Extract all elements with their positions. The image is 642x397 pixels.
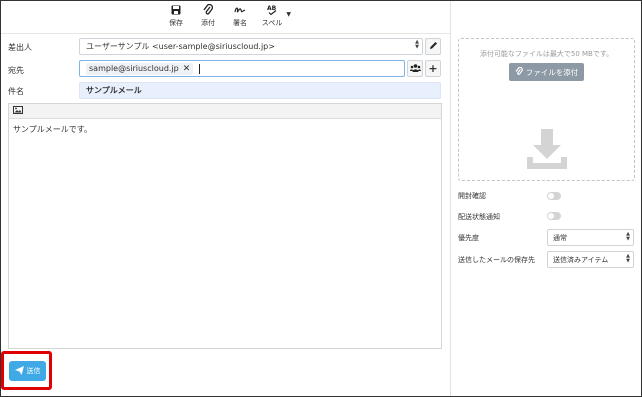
paperclip-icon (203, 3, 213, 17)
attach-file-label: ファイルを添付 (525, 67, 579, 77)
signature-icon (234, 3, 246, 17)
compose-toolbar: 保存 添付 署名 AB スペル ▼ (160, 3, 291, 31)
panel-divider (450, 1, 451, 396)
from-select[interactable]: ユーザーサンプル <user-sample@siriuscloud.jp> ▲ ▼ (79, 38, 423, 55)
priority-label: 優先度 (458, 234, 479, 242)
delivery-status-label: 配送状態通知 (458, 213, 500, 221)
save-sent-label: 送信したメールの保存先 (458, 256, 535, 264)
read-receipt-label: 開封確認 (458, 192, 486, 200)
contacts-icon (409, 63, 421, 74)
address-book-button[interactable] (407, 60, 423, 77)
remove-recipient-icon[interactable]: ✕ (183, 64, 191, 74)
read-receipt-toggle[interactable] (547, 192, 561, 200)
from-label: 差出人 (8, 43, 32, 52)
from-value: ユーザーサンプル <user-sample@siriuscloud.jp> (86, 42, 275, 51)
spellcheck-icon: AB (266, 3, 278, 17)
save-label: 保存 (169, 19, 183, 27)
select-arrows-icon: ▲ ▼ (626, 253, 630, 264)
save-sent-select[interactable]: 送信済みアイテム ▲ ▼ (547, 251, 634, 268)
spell-label: スペル (261, 19, 283, 27)
send-button[interactable]: 送信 (9, 361, 46, 381)
edit-identity-button[interactable] (425, 38, 441, 55)
text-caret (199, 63, 201, 74)
to-input[interactable]: sample@siriuscloud.jp ✕ (79, 60, 405, 77)
dropdown-caret-icon[interactable]: ▼ (286, 11, 291, 18)
paper-plane-icon (14, 365, 24, 377)
send-label: 送信 (26, 367, 41, 375)
editor-toolbar (9, 104, 441, 119)
add-recipient-button[interactable]: + (425, 60, 441, 77)
signature-button[interactable]: 署名 (224, 3, 256, 31)
attach-file-button[interactable]: ファイルを添付 (509, 63, 584, 81)
delivery-status-toggle[interactable] (547, 212, 561, 220)
insert-image-icon[interactable] (13, 106, 23, 116)
select-arrows-icon: ▲ ▼ (415, 39, 419, 50)
subject-label: 件名 (8, 87, 24, 96)
paperclip-icon (515, 66, 523, 78)
save-button[interactable]: 保存 (160, 3, 192, 31)
attachment-limit-note: 添付可能なファイルは最大で50 MBです。 (479, 50, 614, 58)
floppy-icon (171, 3, 181, 17)
select-arrows-icon: ▲ ▼ (626, 231, 630, 242)
spellcheck-button[interactable]: AB スペル ▼ (256, 3, 291, 31)
attach-button[interactable]: 添付 (192, 3, 224, 31)
priority-value: 通常 (553, 233, 567, 242)
save-sent-value: 送信済みアイテム (553, 255, 609, 264)
signature-label: 署名 (233, 19, 247, 27)
recipient-address: sample@siriuscloud.jp (89, 64, 179, 73)
plus-icon: + (428, 62, 438, 75)
subject-value: サンプルメール (86, 86, 142, 95)
attach-label: 添付 (201, 19, 215, 27)
to-label: 宛先 (8, 66, 24, 75)
subject-input[interactable]: サンプルメール (79, 82, 441, 99)
download-icon (525, 127, 569, 173)
pencil-icon (429, 41, 438, 52)
recipient-tag: sample@siriuscloud.jp ✕ (86, 62, 194, 75)
attachment-dropzone[interactable]: 添付可能なファイルは最大で50 MBです。 ファイルを添付 (458, 38, 635, 181)
message-body[interactable]: サンプルメールです。 (9, 119, 441, 140)
priority-select[interactable]: 通常 ▲ ▼ (547, 229, 634, 246)
message-editor[interactable]: サンプルメールです。 (8, 103, 442, 349)
toolbar-divider (1, 33, 451, 34)
